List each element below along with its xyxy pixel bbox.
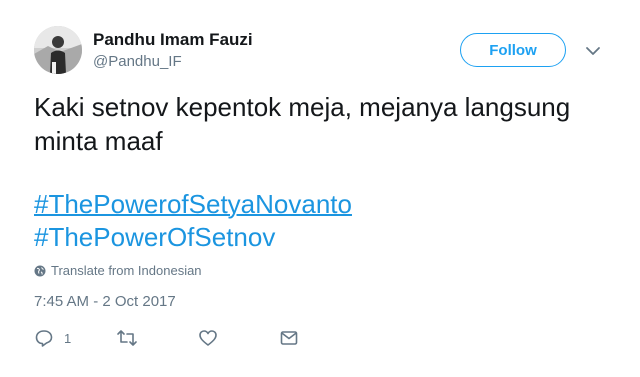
avatar[interactable]	[34, 26, 82, 74]
tweet-hashtags: #ThePowerofSetyaNovanto #ThePowerOfSetno…	[34, 188, 352, 254]
user-handle[interactable]: @Pandhu_IF	[93, 53, 182, 70]
tweet-timestamp[interactable]: 7:45 AM - 2 Oct 2017	[34, 293, 176, 310]
reply-count: 1	[64, 330, 72, 346]
reply-button[interactable]: 1	[34, 327, 71, 349]
hashtag-link[interactable]: #ThePowerOfSetnov	[34, 221, 352, 254]
retweet-icon	[117, 330, 137, 346]
tweet-card: Pandhu Imam Fauzi @Pandhu_IF Follow Kaki…	[0, 0, 640, 377]
globe-icon	[34, 265, 46, 276]
like-icon	[199, 330, 217, 346]
hashtag-link[interactable]: #ThePowerofSetyaNovanto	[34, 188, 352, 221]
chevron-down-icon[interactable]	[584, 44, 602, 58]
reply-icon	[35, 330, 53, 347]
like-button[interactable]	[198, 327, 218, 349]
follow-button[interactable]: Follow	[460, 33, 566, 67]
retweet-button[interactable]	[116, 327, 138, 349]
message-icon	[280, 331, 298, 345]
message-button[interactable]	[279, 327, 299, 349]
avatar-photo-icon	[34, 26, 82, 74]
translate-label: Translate from Indonesian	[51, 263, 202, 278]
translate-link[interactable]: Translate from Indonesian	[34, 263, 202, 278]
user-name[interactable]: Pandhu Imam Fauzi	[93, 30, 253, 50]
tweet-text: Kaki setnov kepentok meja, mejanya langs…	[34, 92, 571, 156]
